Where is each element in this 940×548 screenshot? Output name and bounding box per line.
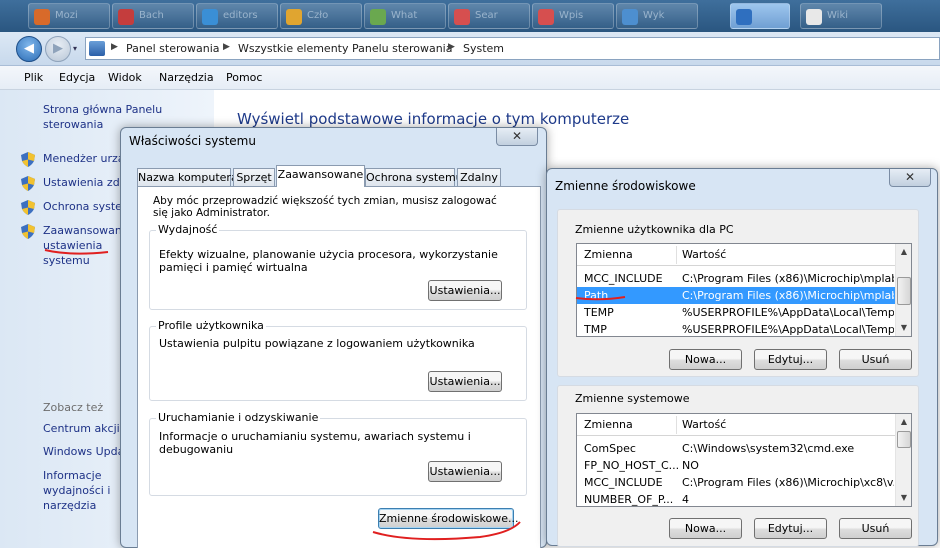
annotation-underline-path (575, 296, 626, 301)
tab-zaawansowane[interactable]: Zaawansowane (276, 165, 365, 187)
annotation-layer (44, 249, 626, 541)
annotation-underline-advanced-settings (44, 249, 109, 255)
annotation-underline-env-button (372, 521, 521, 541)
